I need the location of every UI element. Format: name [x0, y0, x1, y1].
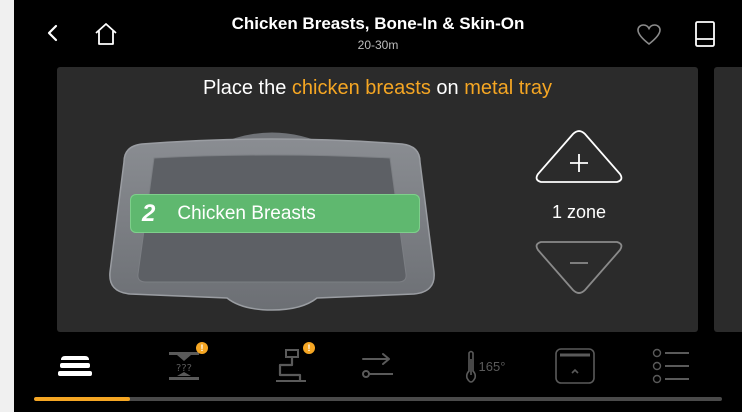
- app-screen: Chicken Breasts, Bone-In & Skin-On 20-30…: [14, 0, 742, 412]
- instruction-middle: on: [430, 77, 465, 99]
- heart-icon: [637, 24, 661, 46]
- attention-badge: !: [303, 342, 315, 354]
- transfer-icon: [362, 353, 393, 378]
- step-tray[interactable]: [50, 338, 100, 394]
- food-count: 2: [142, 199, 156, 227]
- recipe-book-icon: [695, 21, 715, 47]
- zone-count: 1 zone: [551, 202, 607, 222]
- progress-bar: [34, 397, 722, 401]
- step-transfer[interactable]: [354, 338, 404, 394]
- checklist-icon: [652, 348, 689, 384]
- decrease-zones-button[interactable]: [533, 239, 625, 295]
- instruction-prefix: Place the: [202, 77, 292, 99]
- cook-time: 20-30m: [357, 38, 399, 52]
- step-oven[interactable]: [550, 338, 600, 394]
- plus-icon: [570, 154, 588, 172]
- recipe-title: Chicken Breasts, Bone-In & Skin-On: [231, 14, 525, 33]
- thermometer-icon: [465, 350, 476, 383]
- instruction-card: Place the chicken breasts on metal tray …: [57, 67, 698, 332]
- step-thickness[interactable]: !: [267, 338, 317, 394]
- instruction-food-highlight: chicken breasts: [291, 77, 431, 99]
- next-step-card-peek[interactable]: [714, 67, 742, 332]
- oven-door-icon: [555, 348, 595, 384]
- attention-badge: !: [196, 342, 208, 354]
- tray-stack-icon: [58, 356, 92, 376]
- increase-zones-button[interactable]: [533, 129, 625, 185]
- favorite-button[interactable]: [634, 20, 664, 50]
- step-checklist[interactable]: [646, 338, 696, 394]
- recipe-book-button[interactable]: [690, 18, 720, 50]
- temperature-value: 165°: [478, 358, 506, 374]
- step-weight[interactable]: ??? !: [160, 338, 210, 394]
- instruction-text: Place the chicken breasts on metal tray: [57, 77, 698, 100]
- instruction-accessory-highlight: metal tray: [464, 77, 553, 99]
- weight-icon: ???: [169, 352, 199, 380]
- food-label: Chicken Breasts: [177, 202, 316, 224]
- step-temperature[interactable]: 165°: [450, 338, 520, 394]
- progress-fill: [34, 397, 131, 401]
- food-item-chip[interactable]: 2 Chicken Breasts: [130, 194, 420, 233]
